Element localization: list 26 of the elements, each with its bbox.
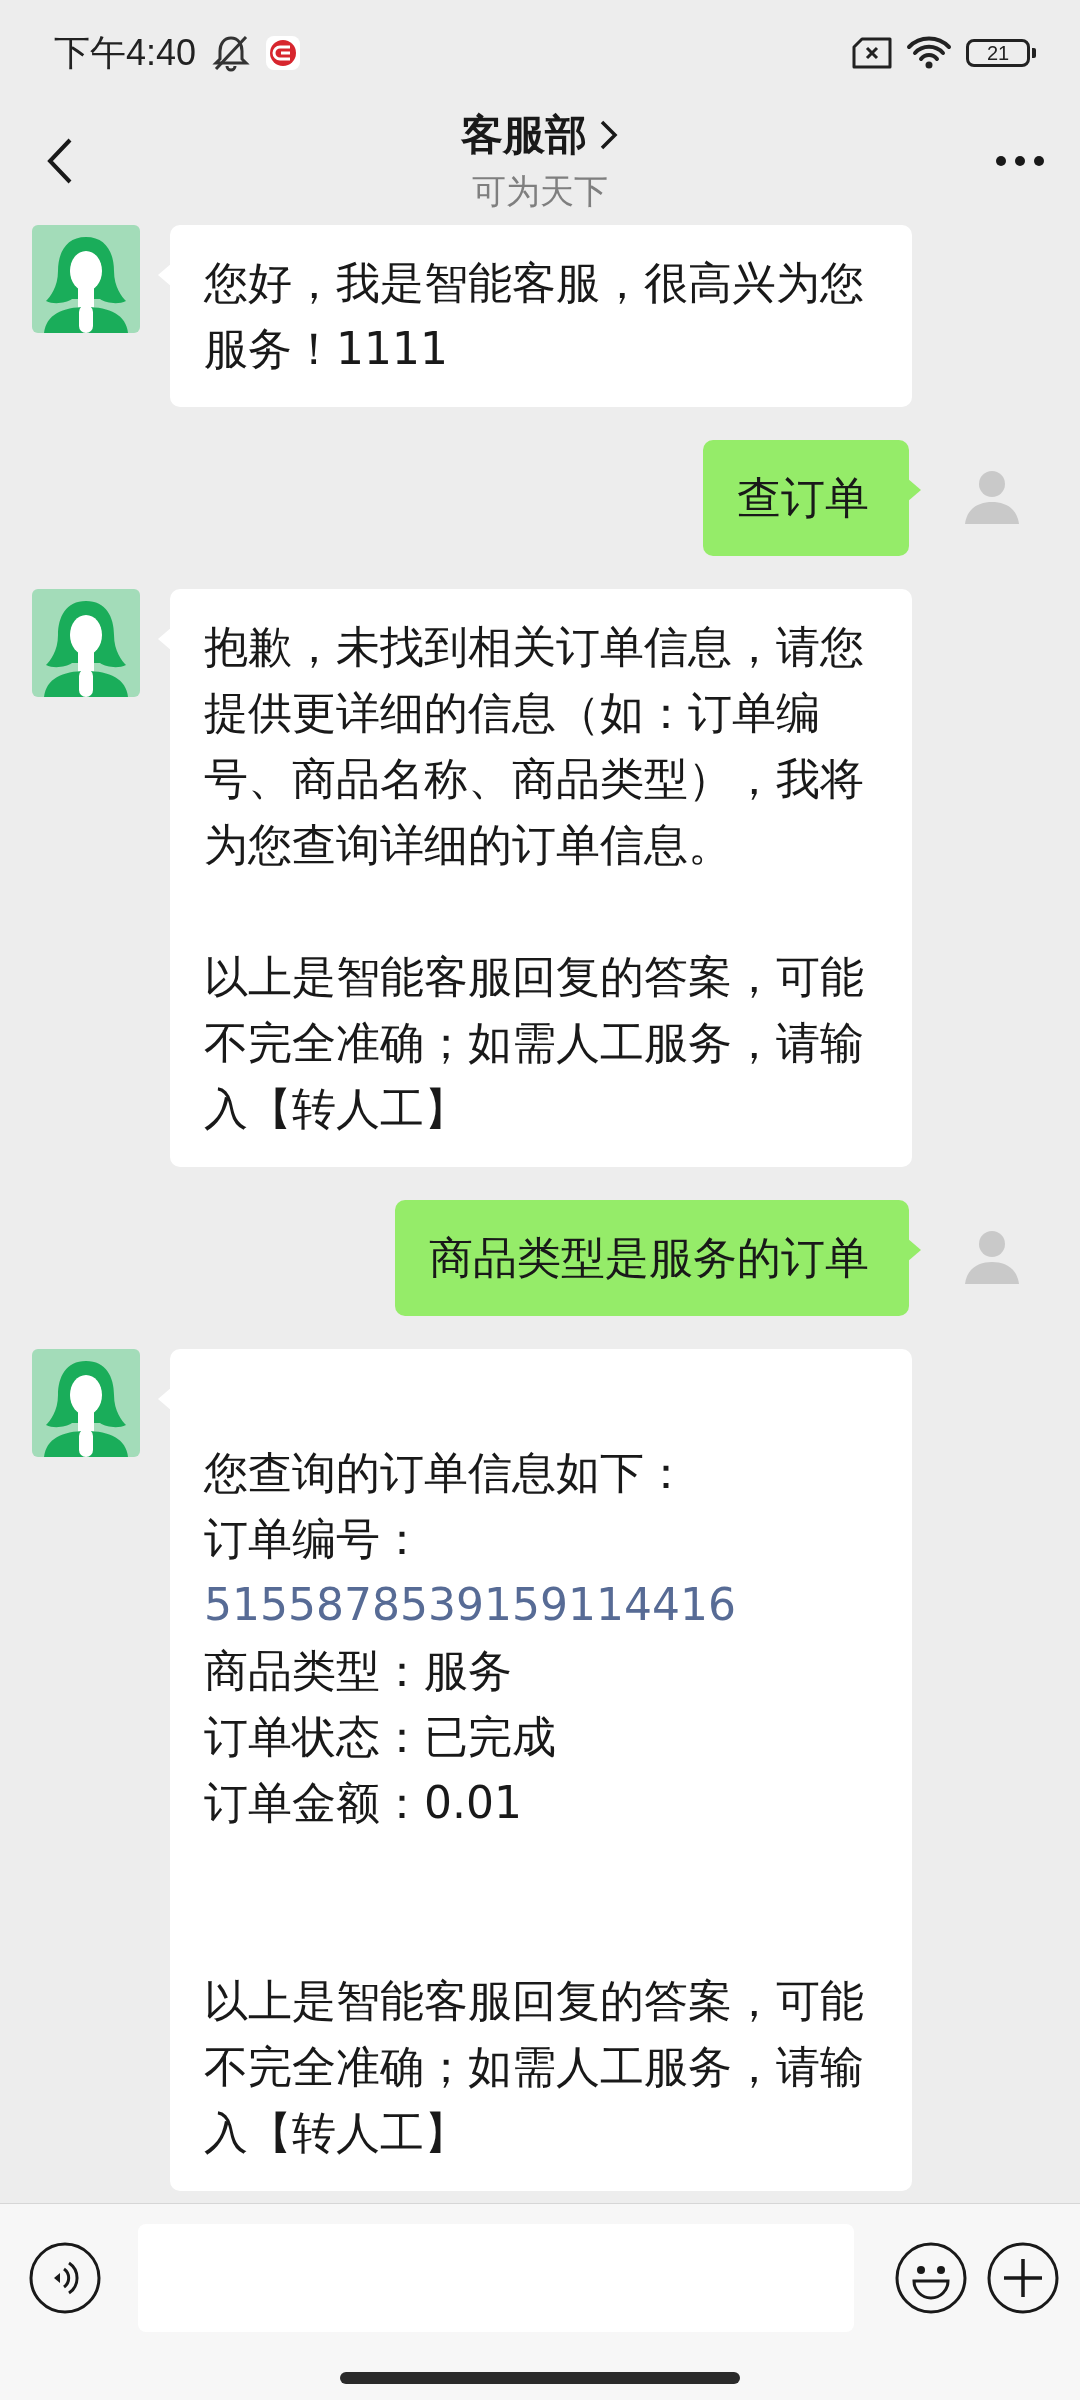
wifi-icon [906,36,952,70]
chat-title[interactable]: 客服部 [461,107,587,163]
message-text: 您查询的订单信息如下： [204,1446,689,1500]
more-button[interactable] [995,155,1045,167]
message-text: 商品类型：服务 [204,1644,513,1698]
app-notification-icon [266,36,301,70]
add-button[interactable] [986,2241,1060,2315]
battery-level: 21 [966,39,1030,67]
message-text: 抱歉，未找到相关订单信息，请您提供更详细的信息（如：订单编号、商品名称、商品类型），我将为您查询详细的订单信息。 [204,620,865,872]
message-text: 以上是智能客服回复的答案，可能不完全准确；如需人工服务，请输入【转人工】 [204,950,865,1136]
message-text: 商品类型是服务的订单 [429,1231,869,1285]
message-text: 查订单 [737,471,869,525]
message-text: 您好，我是智能客服，很高兴为您服务！1111 [204,256,865,376]
sim-off-icon [852,37,892,69]
voice-button[interactable] [28,2241,102,2315]
emoji-button[interactable] [894,2241,968,2315]
bell-muted-icon [210,33,253,73]
message-text: 订单状态：已完成 [204,1710,557,1764]
message-text: 订单金额：0.01 [204,1776,523,1830]
status-time: 下午4:40 [54,30,197,75]
order-number-link[interactable]: 5155878539159114416 [204,1572,872,1638]
message-text: 订单编号： [204,1512,425,1566]
message-text: 以上是智能客服回复的答案，可能不完全准确；如需人工服务，请输入【转人工】 [204,1974,865,2160]
chat-subtitle: 可为天下 [472,170,608,213]
chevron-right-icon[interactable] [599,119,619,151]
back-button[interactable] [46,137,74,185]
